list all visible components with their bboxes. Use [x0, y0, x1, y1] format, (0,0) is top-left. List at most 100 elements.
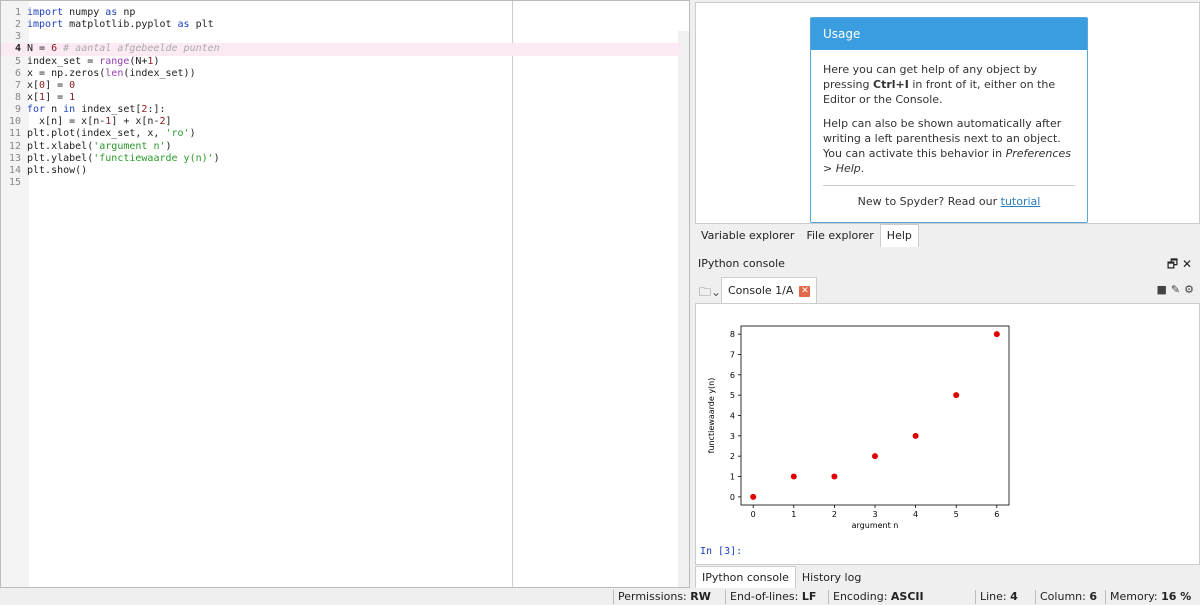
code-token: 'argument n': [93, 140, 166, 152]
tutorial-link[interactable]: tutorial: [1001, 195, 1041, 208]
code-token: N =: [27, 43, 52, 55]
tab-ipython-console[interactable]: IPython console: [695, 566, 796, 589]
gear-icon[interactable]: ⚙: [1184, 283, 1198, 296]
code-token: 'ro': [165, 128, 190, 140]
y-tick-label: 8: [730, 330, 735, 339]
console-output[interactable]: 0 1 2 3 4 5 6 0 1 2 3 4 5 6 7 8 argument n functiewaarde …: [695, 303, 1200, 565]
eraser-icon[interactable]: ✎: [1171, 283, 1184, 296]
code-token: in: [63, 104, 76, 116]
code-token: plt.xlabel(: [27, 140, 94, 152]
close-console-icon[interactable]: ✕: [799, 285, 811, 297]
code-line[interactable]: 13 plt.ylabel('functiewaarde y(n)'): [1, 153, 681, 165]
code-token: ): [165, 140, 172, 152]
new-to-spyder: New to Spyder? Read our tutorial: [823, 194, 1075, 209]
code-token: (index_set)): [123, 67, 196, 79]
line-number: 3: [14, 31, 21, 43]
code-token: x[: [27, 91, 40, 103]
code-token: ]: [165, 116, 172, 128]
code-line[interactable]: 4N = 6 # aantal afgebeelde punten: [1, 43, 681, 56]
x-tick-label: 5: [954, 510, 959, 519]
x-tick-label: 0: [751, 510, 756, 519]
code-line[interactable]: 1 import numpy as np: [1, 7, 681, 19]
code-editor[interactable]: 1 import numpy as np 2 import matplotlib.py…: [0, 0, 690, 588]
data-point: [790, 473, 797, 480]
status-bar: Permissions: RW End-of-lines: LF Encodin…: [0, 588, 1200, 605]
scatter-plot: 0 1 2 3 4 5 6 0 1 2 3 4 5 6 7 8 argument n functiewaarde …: [698, 308, 1018, 536]
tab-file-explorer[interactable]: File explorer: [800, 225, 879, 247]
status-encoding: Encoding: ASCII: [828, 590, 924, 604]
browse-tabs-icon[interactable]: 🗀⌄: [699, 283, 721, 304]
y-axis-label: functiewaarde y(n): [707, 378, 716, 454]
data-point: [912, 432, 919, 439]
data-point: [993, 331, 1000, 338]
code-line[interactable]: 15: [1, 177, 681, 189]
status-permissions: Permissions: RW: [613, 590, 711, 604]
console-tab-label: Console 1/A: [728, 284, 794, 297]
status-label: End-of-lines:: [730, 590, 799, 603]
x-tick-label: 3: [872, 510, 877, 519]
line-number: 5: [14, 55, 21, 67]
console-prompt[interactable]: In [3]:: [700, 546, 742, 557]
code-line[interactable]: 10 x[n] = x[n-1] + x[n-2]: [1, 116, 681, 128]
code-token: as: [105, 7, 118, 18]
status-value: 4: [1010, 590, 1018, 603]
code-line[interactable]: 14 plt.show(): [1, 165, 681, 177]
code-token: len: [105, 67, 124, 79]
help-pane: Usage Here you can get help of any objec…: [695, 2, 1200, 224]
code-token: 0: [69, 79, 76, 91]
code-token: as: [177, 19, 190, 31]
code-lines[interactable]: 1 import numpy as np 2 import matplotlib.py…: [1, 7, 681, 189]
code-token: numpy: [63, 7, 106, 18]
tab-help[interactable]: Help: [879, 224, 919, 247]
code-line[interactable]: 11 plt.plot(index_set, x, 'ro'): [1, 128, 681, 140]
x-axis-label: argument n: [852, 521, 899, 530]
code-token: import: [27, 19, 64, 31]
status-label: Line:: [980, 590, 1007, 603]
usage-text: .: [860, 162, 865, 175]
tab-history-log[interactable]: History log: [796, 567, 867, 589]
lower-tab-bar: IPython console History log: [695, 566, 867, 589]
code-line[interactable]: 9 for n in index_set[2:]:: [1, 104, 681, 116]
undock-icon[interactable]: 🗗 ✕: [1167, 255, 1192, 273]
y-tick-label: 4: [730, 412, 735, 421]
status-label: Column:: [1040, 590, 1086, 603]
code-token: index_set[: [75, 104, 142, 116]
y-tick-label: 3: [730, 432, 735, 441]
usage-paragraph-2: Help can also be shown automatically aft…: [823, 116, 1075, 176]
line-number: 6: [14, 67, 21, 79]
status-column: Column: 6: [1035, 590, 1097, 604]
code-line[interactable]: 2 import matplotlib.pyplot as plt: [1, 19, 681, 31]
line-number: 1: [14, 7, 21, 18]
new-to-text: New to Spyder? Read our: [857, 195, 1001, 208]
code-line[interactable]: 8 x[1] = 1: [1, 92, 681, 104]
upper-tab-bar: Variable explorer File explorer Help: [695, 224, 919, 248]
tab-variable-explorer[interactable]: Variable explorer: [695, 225, 800, 247]
code-token: (N+: [129, 55, 148, 67]
plot-background: [698, 308, 1018, 536]
code-line[interactable]: 7 x[0] = 0: [1, 80, 681, 92]
code-token: import: [27, 7, 64, 18]
code-token: 'functiewaarde y(n)': [93, 152, 214, 164]
line-number: 7: [14, 79, 21, 91]
usage-paragraph-1: Here you can get help of any object by p…: [823, 62, 1075, 107]
status-value: 6: [1089, 590, 1097, 603]
code-line[interactable]: 5 index_set = range(N+1): [1, 56, 681, 68]
status-value: 16 %: [1161, 590, 1192, 603]
tab-console-1a[interactable]: Console 1/A ✕: [721, 277, 818, 303]
stop-icon[interactable]: ■: [1157, 283, 1171, 296]
code-line[interactable]: 6 x = np.zeros(len(index_set)): [1, 68, 681, 80]
code-token: index_set =: [27, 55, 100, 67]
code-token: for: [27, 104, 46, 116]
code-token: :]:: [147, 104, 166, 116]
y-tick-label: 1: [730, 473, 735, 482]
code-line[interactable]: 3: [1, 31, 681, 43]
y-tick-label: 7: [730, 350, 735, 359]
line-number: 4: [14, 43, 21, 55]
status-label: Permissions:: [618, 590, 687, 603]
x-tick-label: 4: [913, 510, 918, 519]
code-token: matplotlib.pyplot: [63, 19, 178, 31]
code-token: 1: [69, 91, 76, 103]
code-token: plt.ylabel(: [27, 152, 94, 164]
console-header: IPython console 🗗 ✕: [695, 255, 1200, 273]
code-line[interactable]: 12 plt.xlabel('argument n'): [1, 141, 681, 153]
